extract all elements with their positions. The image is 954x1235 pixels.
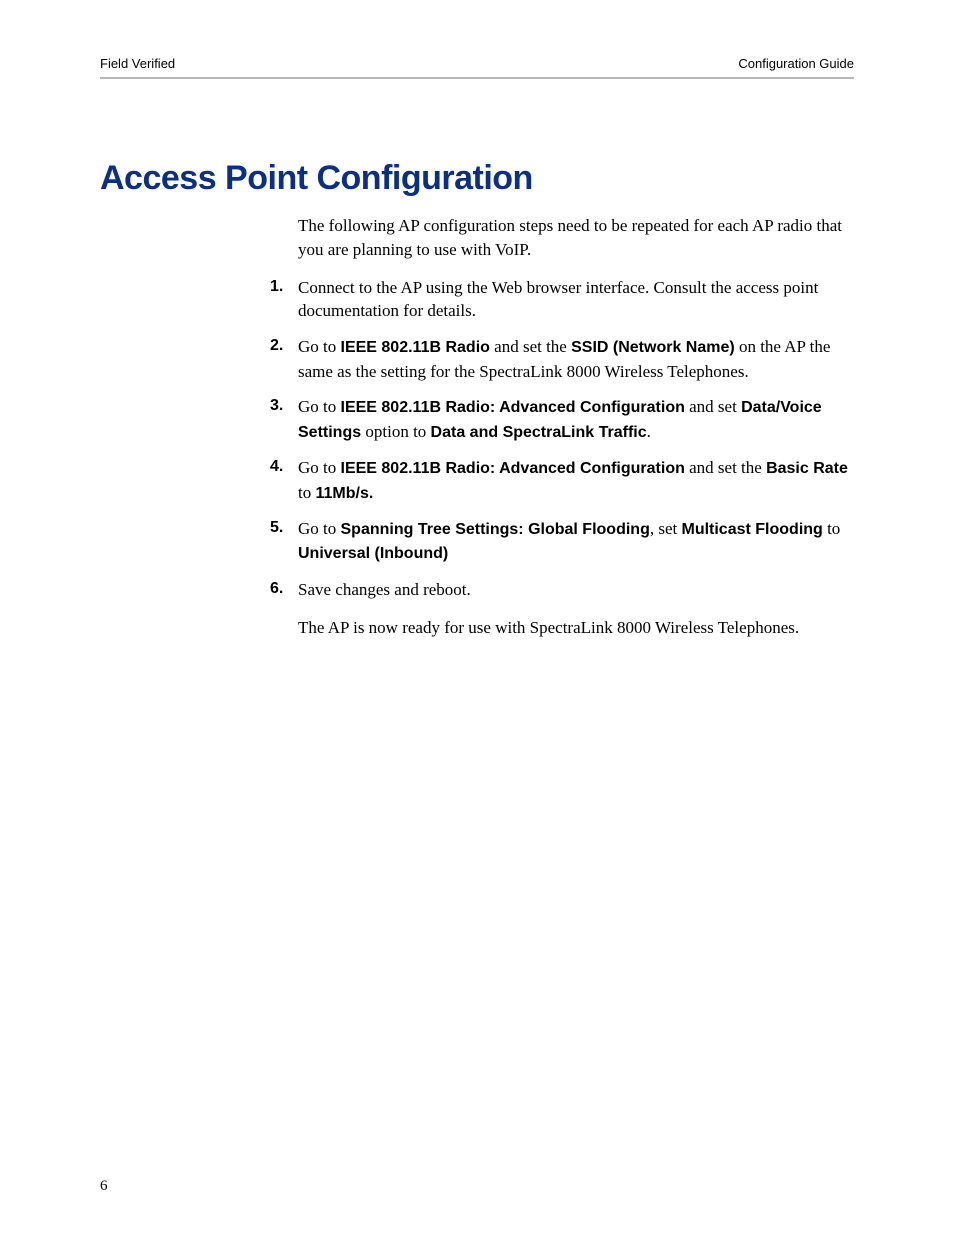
document-page: Field Verified Configuration Guide Acces… — [0, 0, 954, 1235]
bold-text: 11Mb/s. — [315, 485, 373, 502]
step-item: Go to IEEE 802.11B Radio and set the SSI… — [270, 335, 854, 383]
header-divider — [100, 77, 854, 79]
step-item: Go to IEEE 802.11B Radio: Advanced Confi… — [270, 456, 854, 505]
step-item: Save changes and reboot. — [270, 578, 854, 602]
page-title: Access Point Configuration — [100, 159, 854, 198]
step-item: Go to Spanning Tree Settings: Global Flo… — [270, 517, 854, 566]
header-right: Configuration Guide — [738, 56, 854, 71]
bold-text: IEEE 802.11B Radio: Advanced Configurati… — [341, 460, 685, 477]
bold-text: Spanning Tree Settings: Global Flooding — [341, 521, 650, 538]
step-text: and set the — [685, 458, 766, 477]
bold-text: Universal (Inbound) — [298, 545, 448, 562]
header-left: Field Verified — [100, 56, 175, 71]
step-text: Go to — [298, 519, 341, 538]
intro-paragraph: The following AP configuration steps nee… — [298, 214, 854, 262]
step-text: Connect to the AP using the Web browser … — [298, 278, 818, 321]
content-block: The following AP configuration steps nee… — [298, 214, 854, 639]
steps-list: Connect to the AP using the Web browser … — [298, 276, 854, 602]
step-text: to — [823, 519, 840, 538]
bold-text: Data and SpectraLink Traffic — [431, 424, 647, 441]
step-text: option to — [361, 422, 430, 441]
step-text: Go to — [298, 458, 341, 477]
bold-text: Basic Rate — [766, 460, 848, 477]
step-text: Save changes and reboot. — [298, 580, 471, 599]
page-number: 6 — [100, 1178, 108, 1195]
step-text: . — [647, 422, 651, 441]
bold-text: IEEE 802.11B Radio: Advanced Configurati… — [341, 399, 685, 416]
step-item: Go to IEEE 802.11B Radio: Advanced Confi… — [270, 395, 854, 444]
step-item: Connect to the AP using the Web browser … — [270, 276, 854, 324]
step-text: Go to — [298, 337, 341, 356]
closing-paragraph: The AP is now ready for use with Spectra… — [298, 616, 854, 640]
step-text: and set the — [490, 337, 571, 356]
step-text: Go to — [298, 397, 341, 416]
page-header: Field Verified Configuration Guide — [100, 56, 854, 77]
bold-text: Multicast Flooding — [681, 521, 822, 538]
bold-text: IEEE 802.11B Radio — [341, 339, 490, 356]
step-text: and set — [685, 397, 741, 416]
step-text: , set — [650, 519, 682, 538]
bold-text: SSID (Network Name) — [571, 339, 735, 356]
step-text: to — [298, 483, 315, 502]
